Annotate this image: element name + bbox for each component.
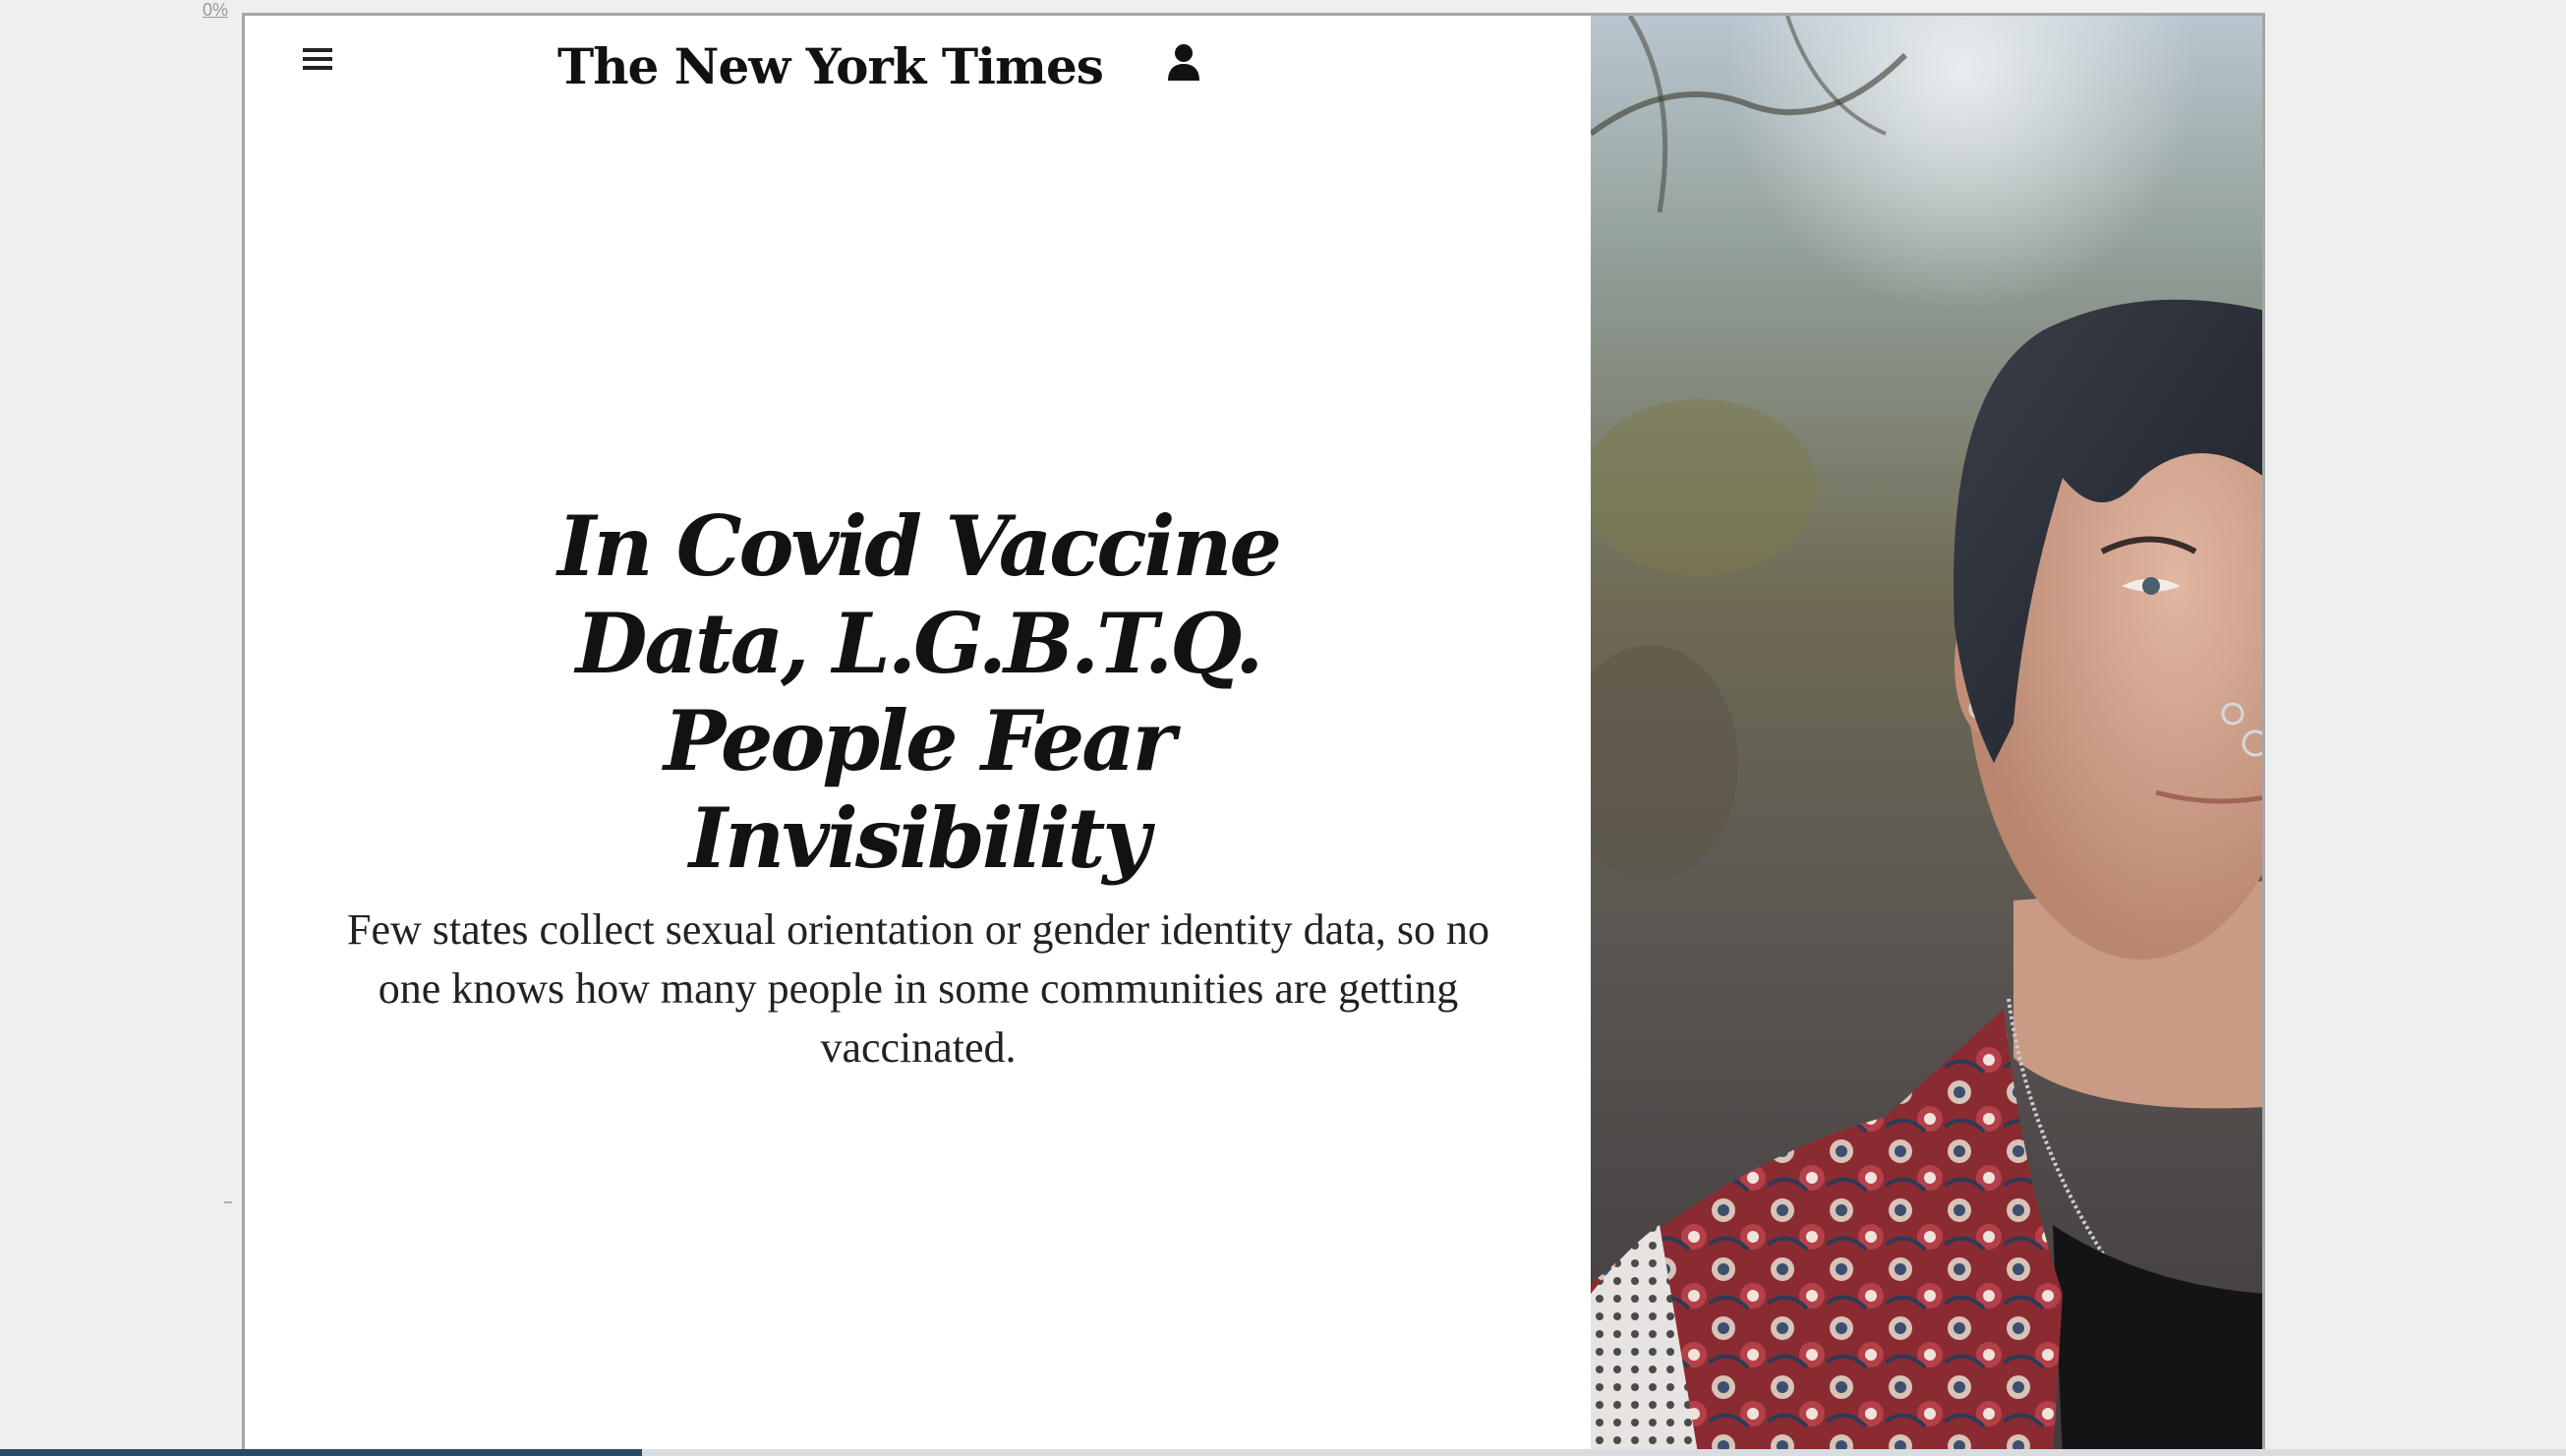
hamburger-menu-icon[interactable] — [303, 46, 334, 74]
headline-block: In Covid Vaccine Data, L.G.B.T.Q. People… — [304, 497, 1533, 1077]
hero-portrait-photo — [1591, 16, 2262, 1456]
article-page-frame: The New York Times In Covid Vaccine Data… — [242, 13, 2265, 1456]
zoom-level-label[interactable]: 0% — [203, 0, 228, 21]
side-tick-mark — [224, 1201, 232, 1203]
nyt-logo[interactable]: The New York Times — [557, 31, 1104, 102]
scroll-progress-bar — [0, 1449, 2566, 1456]
article-headline: In Covid Vaccine Data, L.G.B.T.Q. People… — [557, 497, 1282, 887]
site-header: The New York Times — [245, 16, 1591, 124]
article-summary: Few states collect sexual orientation or… — [346, 905, 1489, 1072]
person-icon[interactable] — [1164, 39, 1203, 87]
article-text-panel: The New York Times In Covid Vaccine Data… — [245, 16, 1591, 1456]
scroll-progress-fill — [0, 1449, 642, 1456]
